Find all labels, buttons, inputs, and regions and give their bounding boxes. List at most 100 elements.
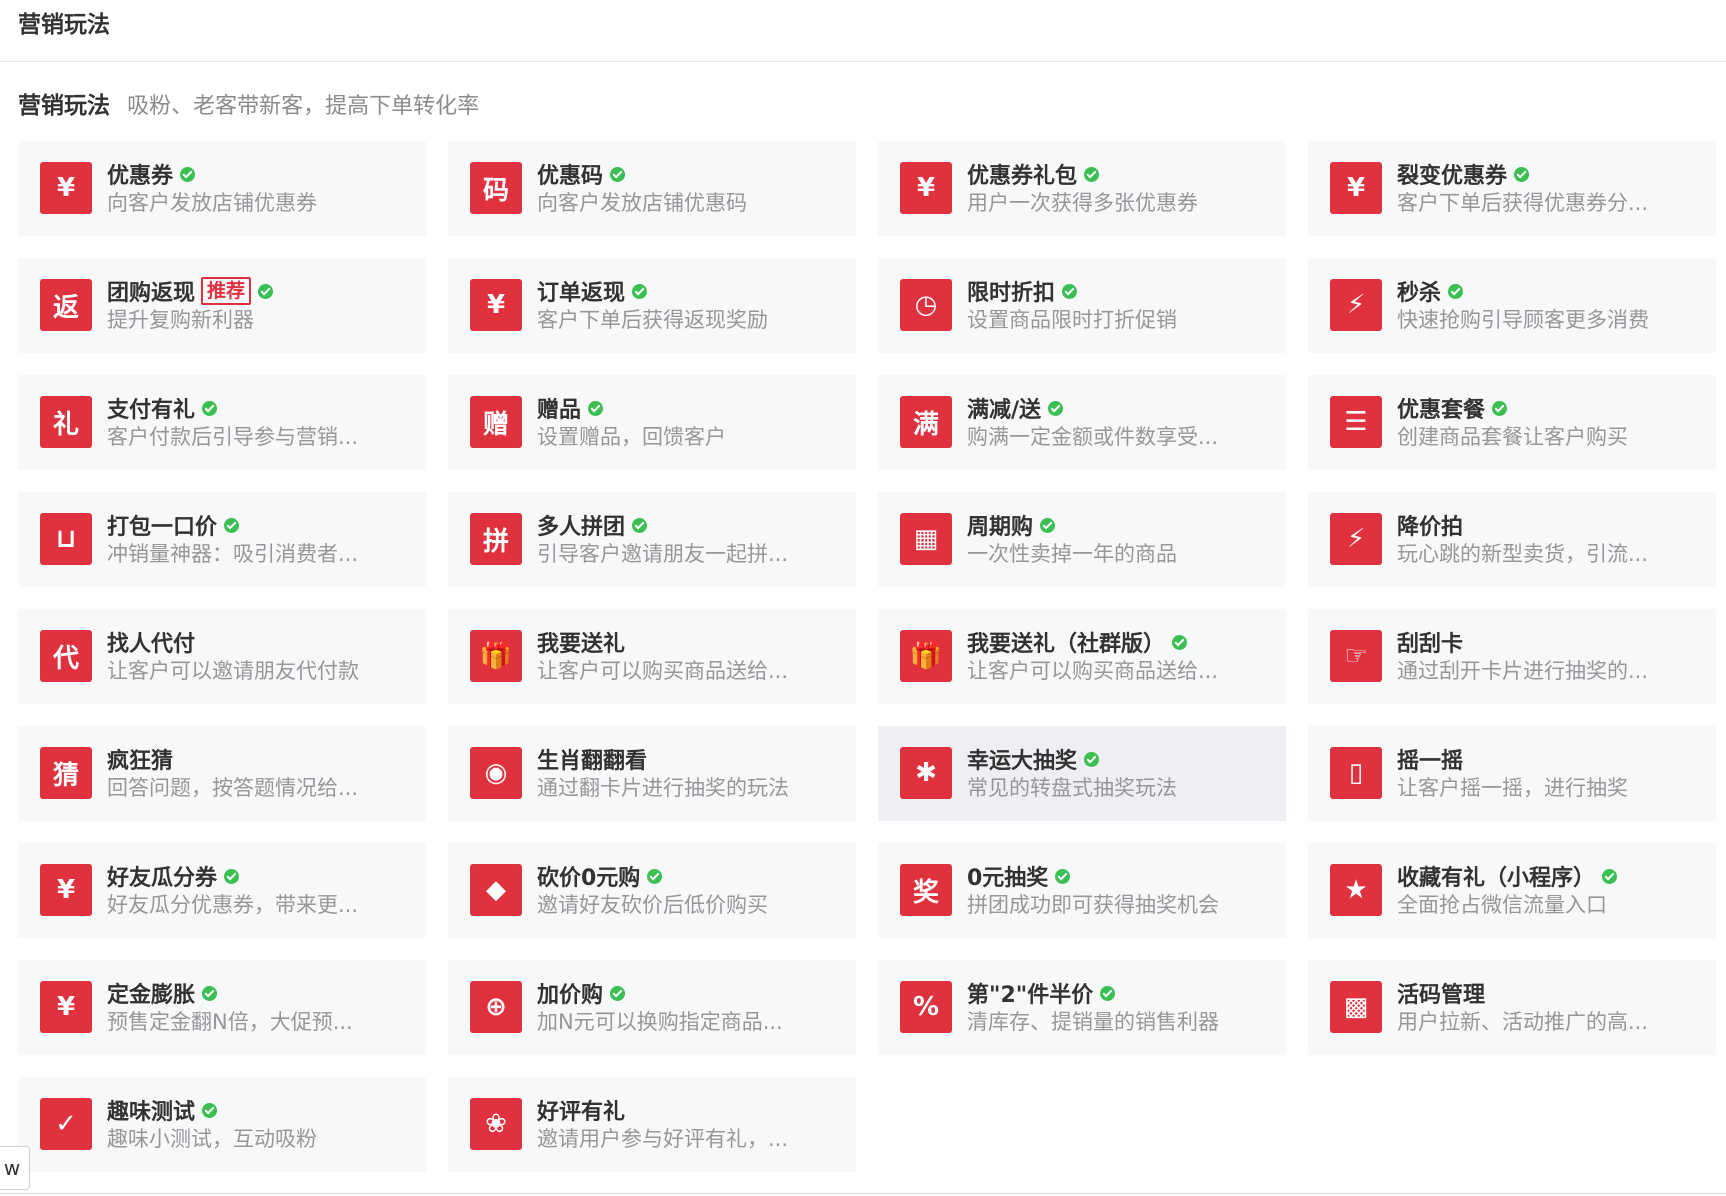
- tool-description: 常见的转盘式抽奖玩法: [967, 776, 1177, 800]
- corner-tab[interactable]: w: [0, 1146, 30, 1190]
- check-circle-icon: [1100, 985, 1116, 1001]
- tool-card[interactable]: ◷ 限时折扣 设置商品限时打折促销: [878, 258, 1286, 353]
- tool-name-row: 0元抽奖: [967, 861, 1272, 891]
- tool-card[interactable]: 码优惠码 向客户发放店铺优惠码: [448, 141, 856, 236]
- tool-card[interactable]: % 第"2"件半价 清库存、提销量的销售利器: [878, 960, 1286, 1055]
- zodiac-icon: ◉: [470, 747, 522, 799]
- tool-card[interactable]: ¥ 裂变优惠券 客户下单后获得优惠券分...: [1308, 141, 1716, 236]
- tool-name: 优惠券礼包: [967, 164, 1078, 189]
- check-circle-icon: [1040, 517, 1056, 533]
- gift-text-icon: 赠: [470, 396, 522, 448]
- tool-card[interactable]: ¥ 优惠券礼包 用户一次获得多张优惠券: [878, 141, 1286, 236]
- tool-name-row: 砍价0元购: [537, 861, 842, 891]
- tool-description: 客户下单后获得优惠券分...: [1397, 191, 1649, 215]
- tool-card[interactable]: ▯ 摇一摇 让客户摇一摇，进行抽奖: [1308, 726, 1716, 821]
- section-description: 吸粉、老客带新客，提高下单转化率: [127, 94, 480, 119]
- tool-text: 优惠券 向客户发放店铺优惠券: [107, 159, 412, 217]
- tool-card[interactable]: ☰ 优惠套餐 创建商品套餐让客户购买: [1308, 375, 1716, 470]
- top-bar: 营销玩法: [0, 0, 1726, 62]
- tool-text: 周期购 一次性卖掉一年的商品: [967, 510, 1272, 568]
- tool-text: 0元抽奖 拼团成功即可获得抽奖机会: [967, 861, 1272, 919]
- tool-name-row: 团购返现 推荐: [107, 276, 412, 306]
- tool-description: 引导客户邀请朋友一起拼...: [537, 542, 789, 566]
- tool-name-row: 限时折扣: [967, 276, 1272, 306]
- tool-card[interactable]: ⊔ 打包一口价 冲销量神器：吸引消费者...: [18, 492, 426, 587]
- tool-description: 提升复购新利器: [107, 308, 254, 332]
- tool-name: 生肖翻翻看: [537, 749, 648, 774]
- tool-card[interactable]: 礼支付有礼 客户付款后引导参与营销...: [18, 375, 426, 470]
- tool-card[interactable]: ✱ 幸运大抽奖 常见的转盘式抽奖玩法: [878, 726, 1286, 821]
- tool-name: 收藏有礼（小程序）: [1397, 866, 1596, 891]
- tool-description: 清库存、提销量的销售利器: [967, 1010, 1219, 1034]
- tool-name-row: 好友瓜分券: [107, 861, 412, 891]
- tool-card[interactable]: ⚡ 秒杀 快速抢购引导顾客更多消费: [1308, 258, 1716, 353]
- group-buy-icon: 拼: [470, 513, 522, 565]
- tool-name-row: 支付有礼: [107, 393, 412, 423]
- tool-name-row: 生肖翻翻看: [537, 744, 842, 774]
- tool-name-row: 赠品: [537, 393, 842, 423]
- tool-card[interactable]: ▦ 周期购 一次性卖掉一年的商品: [878, 492, 1286, 587]
- tool-card[interactable]: ❀ 好评有礼 邀请用户参与好评有礼，...: [448, 1077, 856, 1172]
- tool-card[interactable]: ¥ 订单返现 客户下单后获得返现奖励: [448, 258, 856, 353]
- tool-name-row: 找人代付: [107, 627, 412, 657]
- tool-description: 让客户摇一摇，进行抽奖: [1397, 776, 1628, 800]
- tool-name: 好友瓜分券: [107, 866, 218, 891]
- code-icon: 码: [470, 162, 522, 214]
- tool-name: 降价拍: [1397, 515, 1464, 540]
- cashback-icon: 返: [40, 279, 92, 331]
- tool-name: 幸运大抽奖: [967, 749, 1078, 774]
- tool-name: 支付有礼: [107, 398, 196, 423]
- tool-grid: ¥ 优惠券 向客户发放店铺优惠券码优惠码 向客户发放店铺优惠码 ¥ 优惠券礼包 用户一次获得…: [18, 141, 1716, 1172]
- check-circle-icon: [588, 400, 604, 416]
- tool-name-row: 疯狂猜: [107, 744, 412, 774]
- tool-card[interactable]: 赠赠品 设置赠品，回馈客户: [448, 375, 856, 470]
- tool-card[interactable]: 🎁 我要送礼 让客户可以购买商品送给...: [448, 609, 856, 704]
- tool-card[interactable]: 拼多人拼团 引导客户邀请朋友一起拼...: [448, 492, 856, 587]
- tool-name-row: 定金膨胀: [107, 978, 412, 1008]
- tool-description: 趣味小测试，互动吸粉: [107, 1127, 317, 1151]
- tool-name: 第"2"件半价: [967, 983, 1094, 1008]
- tool-text: 我要送礼 让客户可以购买商品送给...: [537, 627, 842, 685]
- tool-description: 通过翻卡片进行抽奖的玩法: [537, 776, 789, 800]
- tool-card[interactable]: 奖 0元抽奖 拼团成功即可获得抽奖机会: [878, 843, 1286, 938]
- tool-name: 优惠码: [537, 164, 604, 189]
- check-circle-icon: [180, 166, 196, 182]
- tool-text: 趣味测试 趣味小测试，互动吸粉: [107, 1095, 412, 1153]
- tool-name-row: 第"2"件半价: [967, 978, 1272, 1008]
- tool-name: 加价购: [537, 983, 604, 1008]
- tool-name-row: 我要送礼（社群版）: [967, 627, 1272, 657]
- tool-card[interactable]: ★ 收藏有礼（小程序） 全面抢占微信流量入口: [1308, 843, 1716, 938]
- page-title: 营销玩法: [18, 12, 110, 38]
- tool-name: 定金膨胀: [107, 983, 196, 1008]
- tool-card[interactable]: 满满减/送 购满一定金额或件数享受...: [878, 375, 1286, 470]
- tool-card[interactable]: 🎁 我要送礼（社群版） 让客户可以购买商品送给...: [878, 609, 1286, 704]
- tool-description: 邀请好友砍价后低价购买: [537, 893, 768, 917]
- check-circle-icon: [1084, 166, 1100, 182]
- tool-name-row: 好评有礼: [537, 1095, 842, 1125]
- tool-card[interactable]: ⊕ 加价购 加N元可以换购指定商品...: [448, 960, 856, 1055]
- tool-card[interactable]: ¥ 定金膨胀 预售定金翻N倍，大促预...: [18, 960, 426, 1055]
- pay-gift-icon: 礼: [40, 396, 92, 448]
- tool-card[interactable]: 返团购返现 推荐 提升复购新利器: [18, 258, 426, 353]
- tool-name-row: 活码管理: [1397, 978, 1702, 1008]
- check-circle-icon: [1048, 400, 1064, 416]
- tool-card[interactable]: 猜疯狂猜 回答问题，按答题情况给...: [18, 726, 426, 821]
- tool-card[interactable]: ✓ 趣味测试 趣味小测试，互动吸粉: [18, 1077, 426, 1172]
- tool-description: 冲销量神器：吸引消费者...: [107, 542, 359, 566]
- tool-card[interactable]: ¥ 优惠券 向客户发放店铺优惠券: [18, 141, 426, 236]
- check-circle-icon: [1448, 283, 1464, 299]
- tool-card[interactable]: ◆ 砍价0元购 邀请好友砍价后低价购买: [448, 843, 856, 938]
- percent-icon: %: [900, 981, 952, 1033]
- tool-description: 拼团成功即可获得抽奖机会: [967, 893, 1219, 917]
- tool-text: 好友瓜分券 好友瓜分优惠券，带来更...: [107, 861, 412, 919]
- tool-card[interactable]: ⚡ 降价拍 玩心跳的新型卖货，引流...: [1308, 492, 1716, 587]
- tool-card[interactable]: ¥ 好友瓜分券 好友瓜分优惠券，带来更...: [18, 843, 426, 938]
- tool-card[interactable]: ◉ 生肖翻翻看 通过翻卡片进行抽奖的玩法: [448, 726, 856, 821]
- tool-card[interactable]: 代找人代付 让客户可以邀请朋友代付款: [18, 609, 426, 704]
- tool-text: 满减/送 购满一定金额或件数享受...: [967, 393, 1272, 451]
- tool-text: 优惠码 向客户发放店铺优惠码: [537, 159, 842, 217]
- section-header: 营销玩法 吸粉、老客带新客，提高下单转化率: [18, 90, 479, 124]
- tool-card[interactable]: ☞ 刮刮卡 通过刮开卡片进行抽奖的...: [1308, 609, 1716, 704]
- check-circle-icon: [1602, 868, 1618, 884]
- tool-card[interactable]: ▩ 活码管理 用户拉新、活动推广的高...: [1308, 960, 1716, 1055]
